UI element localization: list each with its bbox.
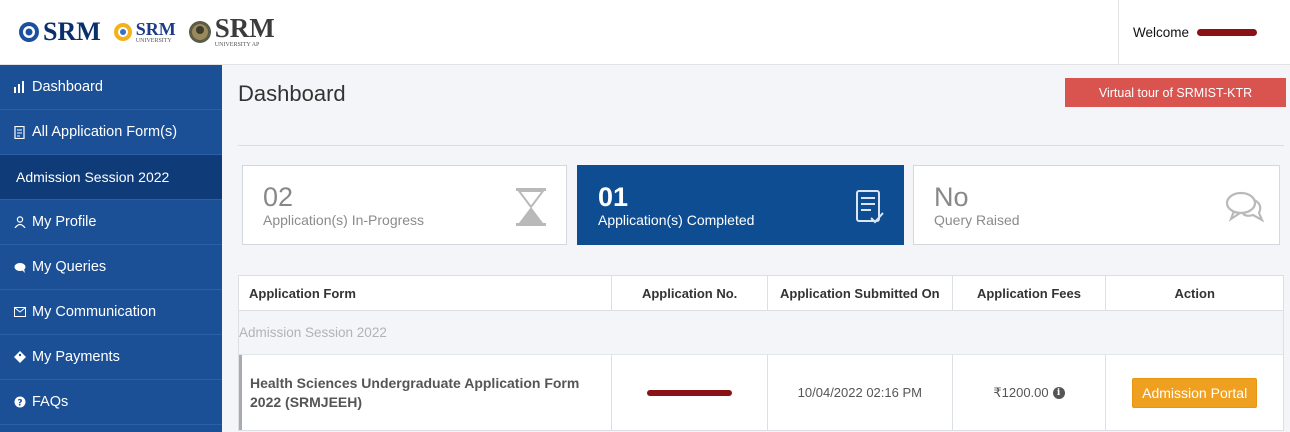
- sun-emblem-icon: [113, 23, 132, 41]
- redacted-application-number: [647, 389, 733, 396]
- completed-card[interactable]: 01 Application(s) Completed: [577, 165, 904, 245]
- sidebar-item-faqs[interactable]: ? FAQs: [0, 380, 222, 425]
- srm-university-logo: SRM UNIVERSITY: [113, 20, 176, 45]
- redacted-username: [1197, 29, 1258, 36]
- chat-icon: [12, 262, 28, 273]
- card-count: No: [934, 182, 969, 212]
- divider: [238, 145, 1284, 146]
- welcome-label: Welcome: [1133, 25, 1190, 40]
- application-form-name: Health Sciences Undergraduate Applicatio…: [242, 355, 613, 430]
- document-icon: [12, 125, 28, 139]
- action-cell: Admission Portal: [1106, 355, 1283, 430]
- applications-table: Application Form Application No. Applica…: [238, 275, 1284, 431]
- card-label: Query Raised: [934, 212, 1020, 228]
- sidebar-item-label: Dashboard: [32, 79, 103, 95]
- submitted-on: 10/04/2022 02:16 PM: [768, 355, 953, 430]
- sidebar-item-label: My Queries: [32, 259, 107, 275]
- logo-text: SRM: [43, 17, 101, 46]
- srm-emblem-icon: [19, 22, 39, 42]
- application-fees: ₹1200.00: [993, 384, 1049, 400]
- table-header: Application Form Application No. Applica…: [239, 276, 1283, 311]
- column-header: Application Fees: [953, 276, 1107, 310]
- query-card[interactable]: No Query Raised: [913, 165, 1280, 245]
- sidebar: Dashboard All Application Form(s) Admiss…: [0, 65, 222, 432]
- application-fees-cell: ₹1200.00 i: [953, 355, 1107, 430]
- svg-text:?: ?: [17, 398, 22, 408]
- column-header: Action: [1174, 285, 1215, 301]
- sidebar-item-dashboard[interactable]: Dashboard: [0, 65, 222, 110]
- in-progress-card[interactable]: 02 Application(s) In-Progress: [242, 165, 567, 245]
- checklist-icon: [856, 190, 884, 224]
- logo-subtext: UNIVERSITY: [135, 37, 172, 44]
- card-count: 01: [598, 182, 629, 212]
- column-header: Application Form: [239, 276, 613, 310]
- tree-emblem-icon: [188, 21, 211, 43]
- sidebar-item-my-communication[interactable]: My Communication: [0, 290, 222, 335]
- chat-bubbles-icon: [1225, 191, 1265, 223]
- card-label: Application(s) Completed: [598, 212, 755, 228]
- table-row: Health Sciences Undergraduate Applicatio…: [239, 355, 1283, 430]
- tag-icon: [12, 351, 28, 363]
- sidebar-item-label: My Communication: [32, 304, 157, 320]
- srm-university-ap-logo: SRM UNIVERSITY AP: [188, 15, 275, 49]
- sidebar-item-label: All Application Form(s): [32, 124, 178, 140]
- application-number: [612, 355, 768, 430]
- user-icon: [12, 216, 28, 228]
- logo-text: SRM: [214, 13, 275, 43]
- page-title: Dashboard: [238, 81, 346, 106]
- sidebar-item-label: My Profile: [32, 214, 97, 230]
- column-header: Application No.: [612, 276, 768, 310]
- sidebar-item-my-profile[interactable]: My Profile: [0, 200, 222, 245]
- column-header: Application Submitted On: [768, 276, 953, 310]
- logo-text: SRM: [135, 18, 176, 39]
- logo-subtext: UNIVERSITY AP: [214, 42, 260, 48]
- top-header: SRM SRM UNIVERSITY SRM UNIVERSITY AP Wel…: [0, 0, 1290, 65]
- sidebar-item-my-payments[interactable]: My Payments: [0, 335, 222, 380]
- card-label: Application(s) In-Progress: [263, 212, 425, 228]
- mail-icon: [12, 307, 28, 317]
- sidebar-item-my-queries[interactable]: My Queries: [0, 245, 222, 290]
- welcome-user-menu[interactable]: Welcome: [1118, 0, 1290, 65]
- info-icon[interactable]: i: [1052, 386, 1065, 399]
- session-group-label: Admission Session 2022: [239, 311, 1283, 355]
- sidebar-item-label: FAQs: [32, 394, 69, 410]
- virtual-tour-button[interactable]: Virtual tour of SRMIST-KTR: [1065, 78, 1286, 107]
- hourglass-icon: [516, 188, 546, 226]
- srm-logo: SRM: [18, 19, 101, 45]
- bar-chart-icon: [12, 81, 28, 93]
- logo-group[interactable]: SRM SRM UNIVERSITY SRM UNIVERSITY AP: [18, 10, 275, 54]
- question-icon: ?: [12, 396, 28, 408]
- sidebar-item-label: Admission Session 2022: [16, 169, 170, 185]
- sidebar-item-all-application-forms[interactable]: All Application Form(s): [0, 110, 222, 155]
- sidebar-item-label: My Payments: [32, 349, 120, 365]
- sidebar-item-admission-session-2022[interactable]: Admission Session 2022: [0, 155, 222, 200]
- card-count: 02: [263, 182, 294, 212]
- admission-portal-button[interactable]: Admission Portal: [1132, 377, 1258, 408]
